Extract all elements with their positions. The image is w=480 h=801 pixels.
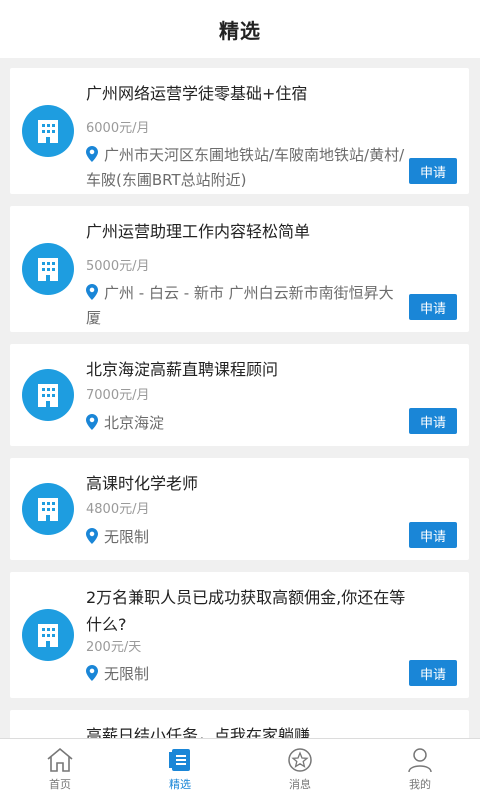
job-card[interactable]: 北京海淀高薪直聘课程顾问 7000元/月 北京海淀 申请 [10, 344, 469, 446]
location-pin-icon [86, 665, 98, 688]
home-icon [47, 747, 73, 772]
job-salary: 200元/天 [86, 640, 142, 655]
building-icon [22, 483, 74, 535]
page-title: 精选 [219, 18, 261, 43]
building-icon [22, 369, 74, 421]
location-pin-icon [86, 414, 98, 437]
list-icon [169, 749, 190, 771]
building-icon [22, 105, 74, 157]
job-title: 高课时化学老师 [86, 474, 199, 493]
job-salary: 4800元/月 [86, 502, 150, 517]
apply-button[interactable]: 申请 [409, 408, 457, 434]
job-location: 北京海淀 [86, 412, 407, 437]
job-salary: 7000元/月 [86, 388, 150, 403]
job-title: 北京海淀高薪直聘课程顾问 [86, 360, 279, 379]
tab-home[interactable]: 首页 [0, 739, 120, 801]
tab-label: 首页 [49, 778, 71, 791]
job-location: 无限制 [86, 663, 407, 688]
job-title: 广州网络运营学徒零基础+住宿 [86, 84, 308, 103]
job-card[interactable]: 2万名兼职人员已成功获取高额佣金,你还在等什么? 200元/天 无限制 申请 [10, 572, 469, 698]
tab-profile[interactable]: 我的 [360, 739, 480, 801]
job-location-text: 无限制 [104, 665, 150, 683]
job-location: 无限制 [86, 526, 407, 551]
building-icon [22, 243, 74, 295]
job-location: 广州 - 白云 - 新市 广州白云新市南街恒昇大厦 [86, 282, 407, 330]
job-title: 广州运营助理工作内容轻松简单 [86, 222, 311, 241]
job-salary: 6000元/月 [86, 121, 150, 136]
job-card[interactable]: 高课时化学老师 4800元/月 无限制 申请 [10, 458, 469, 560]
job-location-text: 北京海淀 [104, 414, 165, 432]
tab-label: 我的 [409, 778, 431, 791]
job-location-text: 无限制 [104, 528, 150, 546]
user-icon [408, 748, 432, 773]
job-title: 2万名兼职人员已成功获取高额佣金,你还在等什么? [86, 588, 406, 634]
job-title: 高薪日结小任务，点我在家躺赚 [86, 726, 311, 738]
location-pin-icon [86, 528, 98, 551]
job-location-text: 广州市天河区东圃地铁站/车陂南地铁站/黄村/车陂(东圃BRT总站附近) [86, 146, 405, 189]
job-location: 广州市天河区东圃地铁站/车陂南地铁站/黄村/车陂(东圃BRT总站附近) [86, 144, 407, 192]
apply-button[interactable]: 申请 [409, 158, 457, 184]
apply-button[interactable]: 申请 [409, 294, 457, 320]
location-pin-icon [86, 284, 98, 307]
tab-label: 消息 [289, 778, 311, 791]
location-pin-icon [86, 146, 98, 169]
tab-label: 精选 [169, 778, 191, 791]
tab-messages[interactable]: 消息 [240, 739, 360, 801]
building-icon [22, 609, 74, 661]
apply-button[interactable]: 申请 [409, 522, 457, 548]
tab-featured[interactable]: 精选 [120, 739, 240, 801]
job-card[interactable]: 广州网络运营学徒零基础+住宿 6000元/月 广州市天河区东圃地铁站/车陂南地铁… [10, 68, 469, 194]
job-card[interactable]: 高薪日结小任务，点我在家躺赚 [10, 710, 469, 738]
star-icon [288, 748, 312, 772]
apply-button[interactable]: 申请 [409, 660, 457, 686]
job-location-text: 广州 - 白云 - 新市 广州白云新市南街恒昇大厦 [86, 284, 394, 327]
job-card[interactable]: 广州运营助理工作内容轻松简单 5000元/月 广州 - 白云 - 新市 广州白云… [10, 206, 469, 332]
app-header: 精选 [0, 0, 480, 58]
bottom-tab-bar: 首页 精选 消息 我的 [0, 738, 480, 801]
job-list[interactable]: 广州网络运营学徒零基础+住宿 6000元/月 广州市天河区东圃地铁站/车陂南地铁… [0, 58, 480, 738]
job-salary: 5000元/月 [86, 259, 150, 274]
